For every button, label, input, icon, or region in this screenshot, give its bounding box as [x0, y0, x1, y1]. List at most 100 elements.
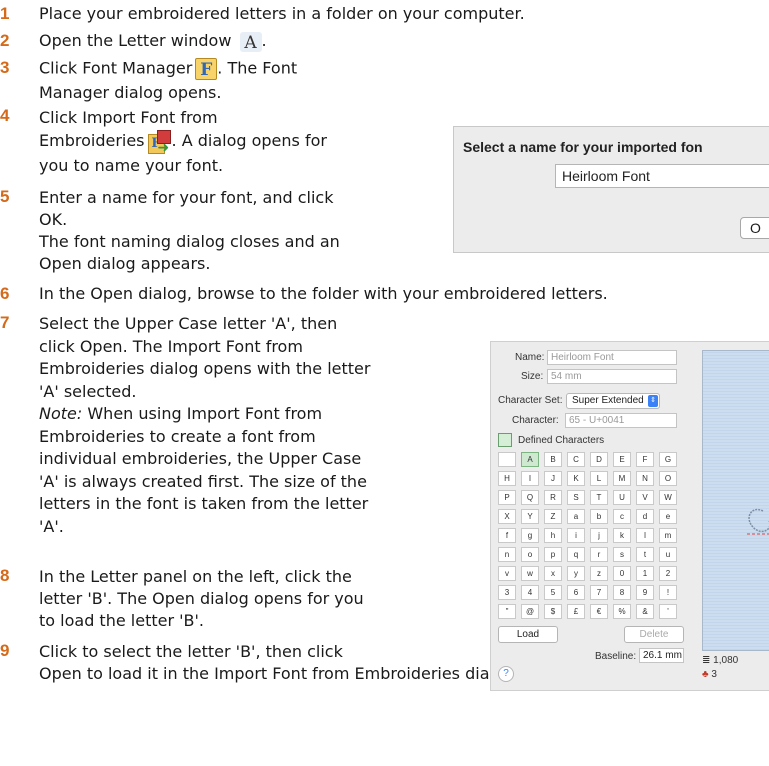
delete-button[interactable]: Delete: [624, 626, 684, 643]
character-cell[interactable]: W: [659, 490, 677, 505]
baseline-field[interactable]: 26.1 mm: [639, 648, 684, 663]
character-cell[interactable]: o: [521, 547, 539, 562]
character-cell[interactable]: i: [567, 528, 585, 543]
character-cell[interactable]: K: [567, 471, 585, 486]
character-cell[interactable]: ": [498, 604, 516, 619]
character-cell[interactable]: l: [636, 528, 654, 543]
character-cell[interactable]: H: [498, 471, 516, 486]
character-cell[interactable]: B: [544, 452, 562, 467]
character-cell[interactable]: O: [659, 471, 677, 486]
step-text: . A dialog opens for: [171, 131, 327, 150]
character-cell[interactable]: w: [521, 566, 539, 581]
step-text: Place your embroidered letters in a fold…: [39, 4, 525, 23]
character-cell[interactable]: T: [590, 490, 608, 505]
defined-characters-label: Defined Characters: [518, 435, 605, 446]
character-cell[interactable]: b: [590, 509, 608, 524]
step-text: letters in the font is taken from the le…: [39, 494, 369, 513]
step-text: In the Letter panel on the left, click t…: [39, 567, 352, 586]
character-cell[interactable]: Z: [544, 509, 562, 524]
font-name-input[interactable]: Heirloom Font: [555, 164, 769, 188]
character-cell[interactable]: U: [613, 490, 631, 505]
step-text: OK.: [39, 210, 68, 229]
character-cell[interactable]: p: [544, 547, 562, 562]
step-text: Enter a name for your font, and click: [39, 188, 334, 207]
character-cell[interactable]: D: [590, 452, 608, 467]
baseline-label: Baseline:: [595, 651, 637, 662]
step-number: 1: [0, 4, 10, 23]
character-cell[interactable]: A: [521, 452, 539, 467]
character-cell[interactable]: 3: [498, 585, 516, 600]
character-cell[interactable]: Q: [521, 490, 539, 505]
step-text: Open to load it in the Import Font from …: [39, 664, 519, 683]
character-cell[interactable]: M: [613, 471, 631, 486]
character-cell[interactable]: V: [636, 490, 654, 505]
character-cell[interactable]: C: [567, 452, 585, 467]
character-cell[interactable]: 2: [659, 566, 677, 581]
character-cell[interactable]: 7: [590, 585, 608, 600]
character-field[interactable]: 65 - U+0041: [565, 413, 677, 428]
character-cell[interactable]: &: [636, 604, 654, 619]
character-cell[interactable]: @: [521, 604, 539, 619]
character-cell[interactable]: 0: [613, 566, 631, 581]
character-cell[interactable]: ': [659, 604, 677, 619]
character-cell[interactable]: f: [498, 528, 516, 543]
character-cell[interactable]: z: [590, 566, 608, 581]
character-cell[interactable]: G: [659, 452, 677, 467]
character-cell[interactable]: E: [613, 452, 631, 467]
character-cell[interactable]: e: [659, 509, 677, 524]
character-cell[interactable]: n: [498, 547, 516, 562]
character-cell[interactable]: 5: [544, 585, 562, 600]
name-field[interactable]: Heirloom Font: [547, 350, 677, 365]
character-cell[interactable]: 6: [567, 585, 585, 600]
character-cell[interactable]: X: [498, 509, 516, 524]
character-cell[interactable]: r: [590, 547, 608, 562]
step-text: click Open. The Import Font from: [39, 336, 303, 356]
preview-canvas[interactable]: [702, 350, 769, 651]
character-cell[interactable]: S: [567, 490, 585, 505]
character-cell[interactable]: L: [590, 471, 608, 486]
character-cell[interactable]: P: [498, 490, 516, 505]
character-set-select[interactable]: Super Extended ⇕: [566, 393, 660, 409]
character-cell[interactable]: N: [636, 471, 654, 486]
character-cell[interactable]: !: [659, 585, 677, 600]
character-cell[interactable]: s: [613, 547, 631, 562]
character-cell[interactable]: [498, 452, 516, 467]
character-cell[interactable]: £: [567, 604, 585, 619]
character-cell[interactable]: €: [590, 604, 608, 619]
character-cell[interactable]: x: [544, 566, 562, 581]
character-cell[interactable]: h: [544, 528, 562, 543]
character-cell[interactable]: I: [521, 471, 539, 486]
character-cell[interactable]: c: [613, 509, 631, 524]
character-cell[interactable]: Y: [521, 509, 539, 524]
character-cell[interactable]: g: [521, 528, 539, 543]
character-cell[interactable]: k: [613, 528, 631, 543]
character-cell[interactable]: y: [567, 566, 585, 581]
character-cell[interactable]: R: [544, 490, 562, 505]
load-button[interactable]: Load: [498, 626, 558, 643]
character-cell[interactable]: d: [636, 509, 654, 524]
character-cell[interactable]: j: [590, 528, 608, 543]
step-text: Embroideries to create a font from: [39, 426, 316, 446]
step-text: Embroideries: [39, 131, 145, 150]
character-cell[interactable]: v: [498, 566, 516, 581]
character-cell[interactable]: J: [544, 471, 562, 486]
character-cell[interactable]: m: [659, 528, 677, 543]
character-cell[interactable]: 8: [613, 585, 631, 600]
stitch-count-icon: ≣: [702, 655, 711, 666]
character-cell[interactable]: F: [636, 452, 654, 467]
character-cell[interactable]: $: [544, 604, 562, 619]
help-button[interactable]: ?: [498, 666, 514, 682]
character-cell[interactable]: t: [636, 547, 654, 562]
character-cell[interactable]: 9: [636, 585, 654, 600]
dialog-title: Select a name for your imported fon: [463, 139, 703, 155]
character-cell[interactable]: 4: [521, 585, 539, 600]
character-cell[interactable]: u: [659, 547, 677, 562]
ok-button[interactable]: O: [740, 217, 769, 239]
character-cell[interactable]: q: [567, 547, 585, 562]
character-cell[interactable]: a: [567, 509, 585, 524]
character-cell[interactable]: %: [613, 604, 631, 619]
font-manager-icon: F: [195, 58, 218, 80]
size-field[interactable]: 54 mm: [547, 369, 677, 384]
character-set-value: Super Extended: [572, 395, 644, 406]
character-cell[interactable]: 1: [636, 566, 654, 581]
